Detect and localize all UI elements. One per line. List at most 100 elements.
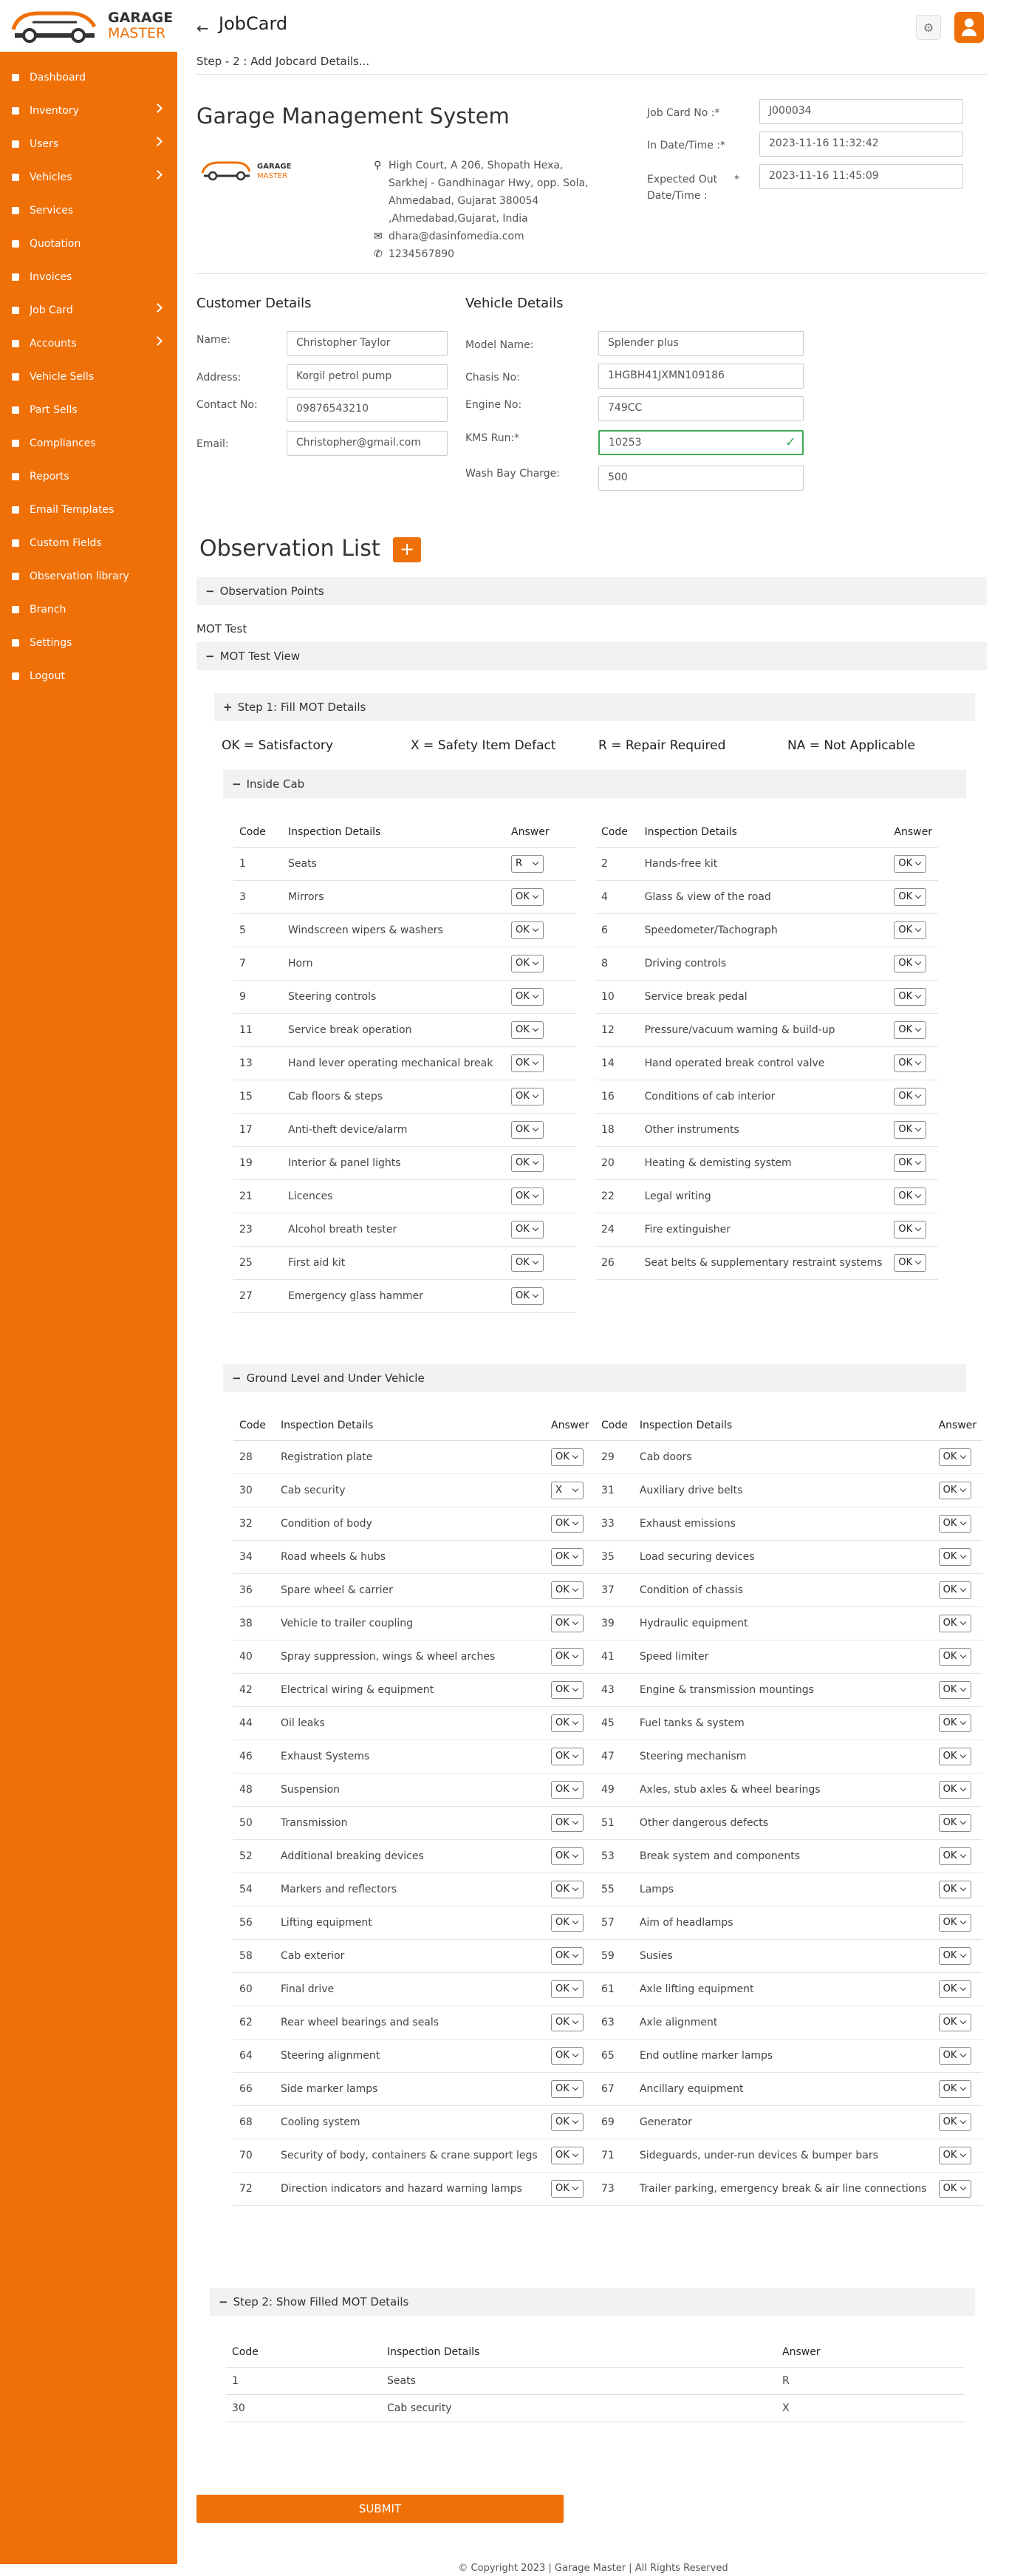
sidebar-item-reports[interactable]: Reports [0,460,177,493]
ground-level-toggle[interactable]: − Ground Level and Under Vehicle [223,1364,966,1392]
answer-select[interactable]: OK [894,1054,927,1072]
answer-select[interactable]: OK [511,1253,544,1272]
answer-select[interactable]: OK [938,2079,971,2098]
add-observation-button[interactable]: + [393,537,421,562]
customer-address-field[interactable]: Korgil petrol pump [287,364,448,389]
answer-select[interactable]: OK [551,1680,584,1699]
answer-select[interactable]: OK [551,1747,584,1765]
answer-select[interactable]: OK [938,1581,971,1599]
sidebar-item-quotation[interactable]: Quotation [0,227,177,260]
observation-points-toggle[interactable]: − Observation Points [196,577,987,605]
sidebar-item-vehicles[interactable]: Vehicles [0,160,177,194]
answer-select[interactable]: OK [894,954,927,972]
sidebar-item-email-templates[interactable]: Email Templates [0,493,177,526]
settings-gear-button[interactable]: ⚙ [916,15,941,40]
answer-select[interactable]: OK [511,1120,544,1139]
sidebar-item-job-card[interactable]: Job Card [0,293,177,327]
sidebar-item-custom-fields[interactable]: Custom Fields [0,526,177,559]
answer-select[interactable]: OK [551,1714,584,1732]
answer-select[interactable]: OK [551,1514,584,1533]
answer-select[interactable]: OK [938,1714,971,1732]
model-name-field[interactable]: Splender plus [598,331,804,356]
jobcard-no-field[interactable]: J000034 [759,99,963,124]
answer-select[interactable]: OK [551,1780,584,1799]
customer-name-field[interactable]: Christopher Taylor [287,331,448,356]
answer-select[interactable]: OK [511,954,544,972]
answer-select[interactable]: OK [938,1880,971,1898]
answer-select[interactable]: OK [938,2179,971,2198]
answer-select[interactable]: OK [894,1154,927,1172]
answer-select[interactable]: OK [511,1087,544,1105]
inside-cab-toggle[interactable]: − Inside Cab [223,770,966,798]
answer-select[interactable]: X [551,1481,584,1499]
answer-select[interactable]: OK [938,1680,971,1699]
answer-select[interactable]: OK [551,1614,584,1632]
sidebar-item-logout[interactable]: Logout [0,659,177,692]
step1-toggle[interactable]: + Step 1: Fill MOT Details [214,693,975,721]
engine-no-field[interactable]: 749CC [598,396,804,421]
answer-select[interactable]: OK [551,2113,584,2131]
submit-button[interactable]: SUBMIT [196,2495,564,2523]
answer-select[interactable]: OK [894,1120,927,1139]
answer-select[interactable]: OK [511,987,544,1006]
sidebar-item-vehicle-sells[interactable]: Vehicle Sells [0,360,177,393]
answer-select[interactable]: OK [894,1020,927,1039]
answer-select[interactable]: OK [551,1913,584,1932]
sidebar-item-part-sells[interactable]: Part Sells [0,393,177,426]
sidebar-item-branch[interactable]: Branch [0,593,177,626]
brand-logo[interactable]: GARAGE MASTER [0,0,177,52]
answer-select[interactable]: OK [894,1087,927,1105]
sidebar-item-dashboard[interactable]: Dashboard [0,61,177,94]
answer-select[interactable]: OK [551,1813,584,1832]
answer-select[interactable]: OK [511,1287,544,1305]
answer-select[interactable]: OK [938,2013,971,2031]
out-date-field[interactable]: 2023-11-16 11:45:09 [759,164,963,189]
in-date-field[interactable]: 2023-11-16 11:32:42 [759,132,963,157]
sidebar-item-invoices[interactable]: Invoices [0,260,177,293]
answer-select[interactable]: OK [938,2113,971,2131]
answer-select[interactable]: OK [894,1220,927,1238]
answer-select[interactable]: R [511,854,544,873]
answer-select[interactable]: OK [894,921,927,939]
sidebar-item-users[interactable]: Users [0,127,177,160]
answer-select[interactable]: OK [511,1187,544,1205]
answer-select[interactable]: OK [938,2146,971,2164]
sidebar-item-inventory[interactable]: Inventory [0,94,177,127]
answer-select[interactable]: OK [551,1880,584,1898]
answer-select[interactable]: OK [511,1220,544,1238]
answer-select[interactable]: OK [938,1747,971,1765]
answer-select[interactable]: OK [551,1581,584,1599]
answer-select[interactable]: OK [938,1780,971,1799]
answer-select[interactable]: OK [938,1913,971,1932]
answer-select[interactable]: OK [511,1054,544,1072]
answer-select[interactable]: OK [938,2046,971,2065]
answer-select[interactable]: OK [938,1448,971,1466]
answer-select[interactable]: OK [938,1514,971,1533]
answer-select[interactable]: OK [938,1980,971,1998]
answer-select[interactable]: OK [551,1847,584,1865]
sidebar-item-compliances[interactable]: Compliances [0,426,177,460]
sidebar-item-services[interactable]: Services [0,194,177,227]
mot-test-view-toggle[interactable]: − MOT Test View [196,642,987,670]
customer-contact-field[interactable]: 09876543210 [287,397,448,422]
answer-select[interactable]: OK [894,987,927,1006]
sidebar-item-accounts[interactable]: Accounts [0,327,177,360]
answer-select[interactable]: OK [551,1547,584,1566]
answer-select[interactable]: OK [551,2146,584,2164]
answer-select[interactable]: OK [511,921,544,939]
answer-select[interactable]: OK [551,1647,584,1666]
kms-run-field[interactable]: 10253 ✓ [598,430,804,455]
answer-select[interactable]: OK [511,887,544,906]
answer-select[interactable]: OK [938,1647,971,1666]
answer-select[interactable]: OK [938,1614,971,1632]
answer-select[interactable]: OK [551,1980,584,1998]
answer-select[interactable]: OK [551,1946,584,1965]
sidebar-item-settings[interactable]: Settings [0,626,177,659]
answer-select[interactable]: OK [551,2013,584,2031]
back-arrow-icon[interactable]: ← [196,19,209,37]
customer-email-field[interactable]: Christopher@gmail.com [287,431,448,456]
answer-select[interactable]: OK [894,1187,927,1205]
answer-select[interactable]: OK [551,1448,584,1466]
step2-toggle[interactable]: − Step 2: Show Filled MOT Details [210,2288,975,2316]
user-avatar[interactable] [954,12,984,43]
